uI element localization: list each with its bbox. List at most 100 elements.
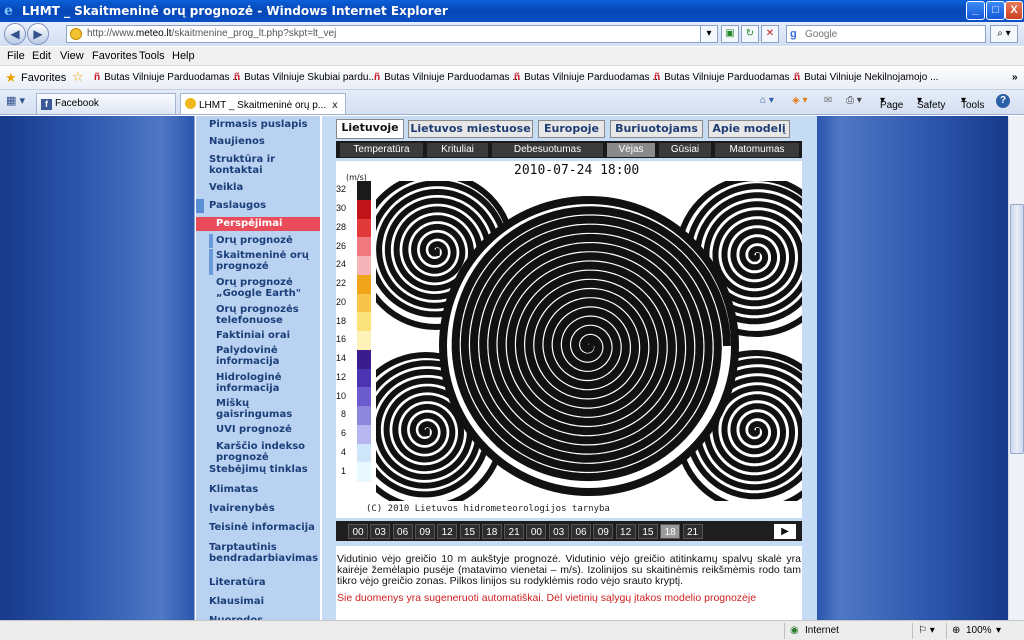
sidebar-item[interactable]: Faktiniai orai — [196, 329, 320, 343]
timeline-hour-button[interactable]: 03 — [548, 524, 569, 539]
sidebar-item[interactable]: Veikla — [196, 181, 320, 195]
tab-gusiai[interactable]: Gūsiai — [659, 143, 711, 157]
favorites-button[interactable]: Favorites — [21, 72, 66, 84]
refresh-button[interactable]: ↻ — [741, 25, 759, 43]
add-favorite-icon[interactable]: ☆ — [72, 69, 84, 85]
sidebar-item[interactable]: Klausimai — [196, 595, 320, 609]
home-icon[interactable]: ⌂ ▾ — [760, 95, 774, 106]
forward-button[interactable]: ▶ — [27, 23, 49, 45]
zoom-dropdown-icon[interactable]: ▾ — [996, 625, 1001, 636]
stop-button[interactable]: ✕ — [761, 25, 779, 43]
menu-help[interactable]: Help — [172, 50, 195, 62]
menu-file[interactable]: File — [7, 50, 25, 62]
compatibility-view-button[interactable]: ▣ — [721, 25, 739, 43]
timeline-hour-button[interactable]: 09 — [593, 524, 614, 539]
favorite-link[interactable]: ñ Butas Vilniuje Parduodamas ... — [374, 72, 521, 83]
back-button[interactable]: ◀ — [4, 23, 26, 45]
menu-favorites[interactable]: Favorites — [92, 50, 137, 62]
favorite-link[interactable]: ñ Butai Vilniuje Nekilnojamojo ... — [794, 72, 938, 83]
safety-menu-button[interactable]: Safety ▾ — [917, 95, 945, 111]
sidebar-item[interactable]: Literatūra — [196, 576, 320, 590]
tab-krituliai[interactable]: Krituliai — [427, 143, 488, 157]
sidebar-item[interactable]: Miškų gaisringumas — [196, 397, 320, 423]
favorite-link[interactable]: ñ Butas Vilniuje Skubiai pardu... — [234, 72, 377, 83]
quick-tabs-icon[interactable]: ▦ ▾ — [6, 94, 28, 110]
page-menu-button[interactable]: Page ▾ — [880, 95, 903, 111]
sidebar-item[interactable]: Hidrologinė informacija — [196, 371, 320, 397]
play-button[interactable]: ▶ — [774, 524, 796, 539]
sidebar-item[interactable]: Įvairenybės — [196, 502, 320, 516]
sidebar-item[interactable]: Paslaugos — [196, 199, 320, 213]
favorites-star-icon[interactable]: ★ — [5, 70, 17, 86]
sidebar-item[interactable]: UVI prognozė — [196, 423, 320, 437]
menu-tools[interactable]: Tools — [139, 50, 165, 62]
page-scrollbar[interactable] — [1008, 116, 1024, 620]
legend-swatch — [357, 406, 371, 426]
timeline-hour-button[interactable]: 15 — [459, 524, 480, 539]
sidebar-item[interactable]: Stebėjimų tinklas — [196, 463, 320, 477]
close-button[interactable]: X — [1005, 1, 1023, 20]
sidebar-item[interactable]: Palydovinė informacija — [196, 344, 320, 370]
timeline-hour-button[interactable]: 06 — [571, 524, 591, 539]
print-icon[interactable]: ⎙ ▾ — [846, 95, 862, 106]
tab-europoje[interactable]: Europoje — [538, 120, 605, 138]
help-icon[interactable]: ? — [996, 94, 1010, 108]
menu-edit[interactable]: Edit — [32, 50, 51, 62]
tab-temperatura[interactable]: Temperatūra — [340, 143, 423, 157]
favorite-link[interactable]: ñ Butas Vilniuje Parduodamas ... — [514, 72, 661, 83]
url-field[interactable]: http://www.meteo.lt/skaitmenine_prog_lt.… — [66, 25, 716, 43]
favorite-link[interactable]: ñ Butas Vilniuje Parduodamas ... — [654, 72, 801, 83]
tab-vejas[interactable]: Vėjas — [607, 143, 655, 157]
sidebar-item[interactable]: Orų prognozė „Google Earth" — [196, 276, 320, 302]
minimize-button[interactable]: _ — [966, 1, 985, 20]
timeline-hour-button[interactable]: 03 — [370, 524, 391, 539]
sidebar-item-label: Orų prognozė „Google Earth" — [216, 277, 301, 299]
tab-lietuvoje[interactable]: Lietuvoje — [336, 119, 404, 139]
timeline-hour-button[interactable]: 06 — [392, 524, 413, 539]
timeline-hour-button[interactable]: 18 — [660, 524, 681, 539]
search-button[interactable]: ⌕ ▾ — [990, 25, 1018, 43]
timeline-hour-button[interactable]: 12 — [615, 524, 636, 539]
tab-buriuotojams[interactable]: Buriuotojams — [610, 120, 703, 138]
sidebar-item[interactable]: Orų prognozė — [196, 234, 320, 248]
sidebar-item[interactable]: Klimatas — [196, 483, 320, 497]
mail-icon[interactable]: ✉ — [824, 95, 832, 106]
search-input[interactable] — [805, 27, 975, 41]
timeline-hour-button[interactable]: 21 — [682, 524, 703, 539]
tab-close-icon[interactable]: x — [332, 100, 338, 111]
sidebar-item[interactable]: Naujienos — [196, 135, 320, 149]
timeline-hour-button[interactable]: 00 — [348, 524, 368, 539]
sidebar-item[interactable]: Perspėjimai — [196, 217, 320, 231]
sidebar-item[interactable]: Skaitmeninė orų prognozė — [196, 249, 320, 275]
timeline-hour-button[interactable]: 09 — [414, 524, 435, 539]
menu-view[interactable]: View — [60, 50, 84, 62]
tab-lietuvos-miestuose[interactable]: Lietuvos miestuose — [408, 120, 533, 138]
timeline-hour-button[interactable]: 12 — [437, 524, 458, 539]
tab-matomumas[interactable]: Matomumas — [715, 143, 799, 157]
tab-lhmt[interactable]: LHMT _ Skaitmeninė orų p... x — [180, 93, 346, 114]
sidebar-item[interactable]: Struktūra ir kontaktai — [196, 153, 320, 179]
tab-facebook[interactable]: f Facebook — [36, 93, 176, 114]
map-copyright: (C) 2010 Lietuvos hidrometeorologijos ta… — [366, 504, 610, 514]
zoom-icon[interactable]: ⊕ — [952, 625, 960, 636]
sidebar-item[interactable]: Tarptautinis bendradarbiavimas — [196, 541, 320, 567]
tab-debesuotumas[interactable]: Debesuotumas — [492, 143, 603, 157]
sidebar-item[interactable]: Teisinė informacija — [196, 521, 320, 535]
spiral-line — [451, 206, 731, 482]
timeline-hour-button[interactable]: 21 — [504, 524, 525, 539]
zoom-level[interactable]: 100% — [966, 625, 992, 636]
sidebar-item[interactable]: Orų prognozės telefonuose — [196, 303, 320, 329]
timeline-hour-button[interactable]: 15 — [637, 524, 658, 539]
sidebar-item[interactable]: Pirmasis puslapis — [196, 118, 320, 132]
timeline-hour-button[interactable]: 18 — [481, 524, 502, 539]
favorites-overflow-icon[interactable]: » — [1012, 72, 1018, 83]
scrollbar-thumb[interactable] — [1010, 204, 1024, 454]
favorite-link[interactable]: ñ Butas Vilniuje Parduodamas ... — [94, 72, 241, 83]
url-dropdown-button[interactable]: ▾ — [700, 25, 718, 43]
tab-apie-modeli[interactable]: Apie modelį — [708, 120, 790, 138]
tools-menu-button[interactable]: Tools ▾ — [961, 95, 984, 111]
protected-mode-icon[interactable]: ⚐ ▾ — [918, 625, 935, 636]
maximize-button[interactable]: □ — [986, 1, 1005, 20]
timeline-hour-button[interactable]: 00 — [526, 524, 547, 539]
feeds-icon[interactable]: ◈ ▾ — [792, 95, 808, 106]
